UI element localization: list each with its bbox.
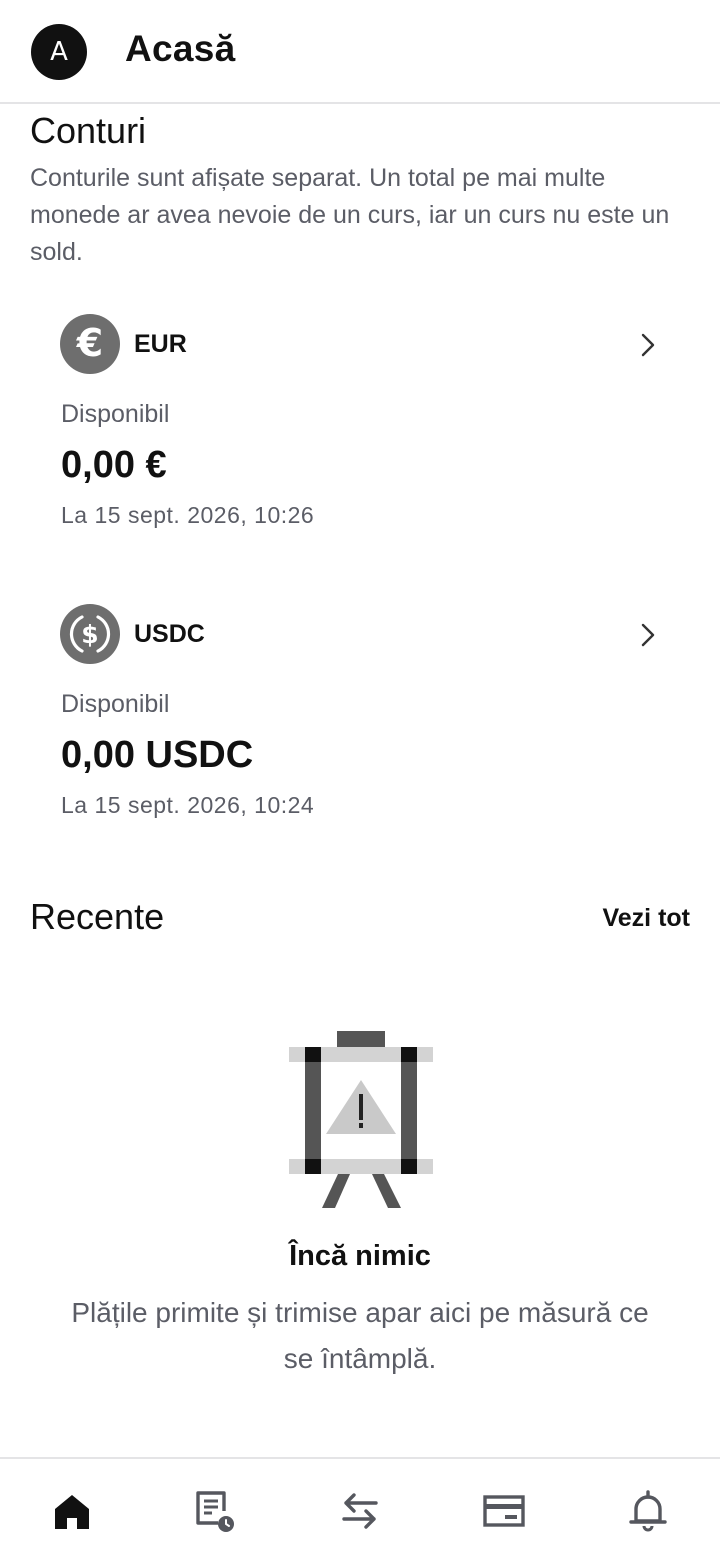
avatar[interactable]: A [31,24,87,80]
euro-icon: € [60,314,120,374]
nav-home[interactable] [48,1487,96,1535]
usdc-dollar-icon: $ [60,604,120,664]
nav-cards[interactable] [480,1487,528,1535]
recent-section-title: Recente [30,896,165,937]
account-card-eur[interactable]: € EUR Disponibil 0,00 € La 15 sept. 2026… [30,300,690,550]
available-label: Disponibil [61,400,170,428]
top-app-bar: A Acasă [0,0,720,104]
empty-state-easel-icon [284,1028,438,1210]
transfer-icon [342,1493,378,1529]
home-icon [55,1495,89,1529]
account-currency-name: USDC [134,620,205,648]
svg-text:$: $ [81,620,98,649]
available-label: Disponibil [61,690,170,718]
see-all-link[interactable]: Vezi tot [602,904,690,933]
accounts-description: Conturile sunt afișate separat. Un total… [30,164,670,266]
svg-text:€: € [76,321,103,365]
avatar-initial: A [50,37,68,67]
chevron-right-icon [636,330,660,360]
bottom-navigation [0,1457,720,1561]
empty-state-description: Plățile primite și trimise apar aici pe … [71,1297,649,1374]
accounts-section-title: Conturi [30,110,147,151]
empty-state-title: Încă nimic [289,1240,431,1272]
account-currency-name: EUR [134,330,187,358]
account-card-usdc[interactable]: $ USDC Disponibil 0,00 USDC La 15 sept. … [30,590,690,840]
chevron-right-icon [636,620,660,650]
bell-icon [629,1490,667,1532]
account-balance: 0,00 € [61,444,167,486]
activity-icon [196,1491,234,1532]
balance-timestamp: La 15 sept. 2026, 10:26 [61,502,315,528]
nav-transfer[interactable] [336,1487,384,1535]
page-title: Acasă [125,28,236,69]
account-balance: 0,00 USDC [61,734,254,776]
balance-timestamp: La 15 sept. 2026, 10:24 [61,792,315,818]
home-screen: A Acasă Conturi Conturile sunt afișate s… [0,0,720,1561]
nav-activity[interactable] [190,1487,238,1535]
nav-notifications[interactable] [624,1487,672,1535]
card-icon [483,1495,525,1527]
